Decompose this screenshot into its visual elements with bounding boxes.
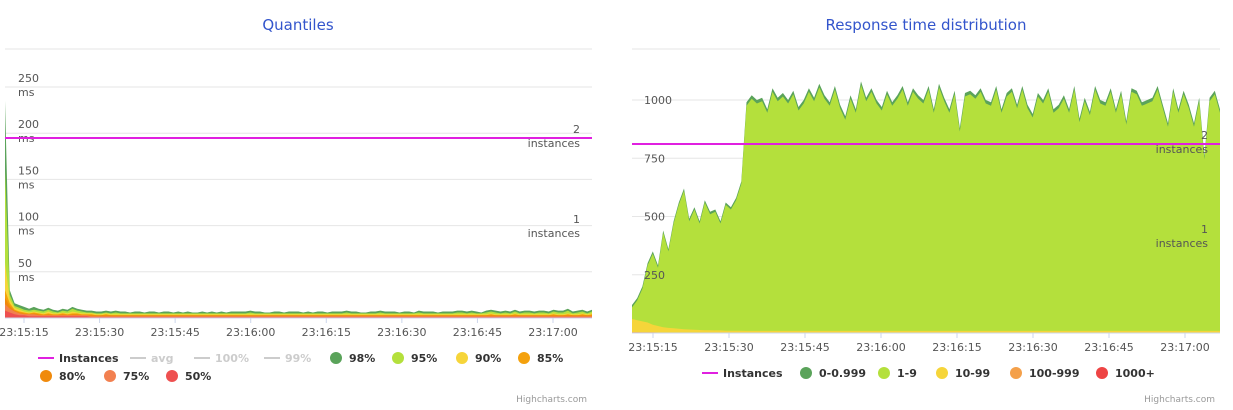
legend-item-q80[interactable]: 80% — [40, 370, 85, 383]
legend-item-instances[interactable]: Instances — [38, 352, 119, 365]
legend-item-q95[interactable]: 95% — [392, 352, 437, 365]
x-tick-label: 23:16:30 — [1008, 341, 1057, 354]
legend-dot-marker — [330, 352, 342, 364]
legend-dot-marker — [878, 367, 890, 379]
x-tick-label: 23:16:00 — [856, 341, 905, 354]
legend-item-avg[interactable]: avg — [130, 352, 173, 365]
legend-item-rt0[interactable]: 0-0.999 — [800, 367, 866, 380]
y-tick-label: 250 — [18, 72, 39, 85]
y-tick-label: 250 — [644, 269, 665, 282]
legend-item-q100[interactable]: 100% — [194, 352, 249, 365]
y-tick-unit: ms — [18, 225, 35, 238]
legend-label: 75% — [123, 370, 149, 383]
legend-dot-marker — [1010, 367, 1022, 379]
y-tick-label: 500 — [644, 211, 665, 224]
x-tick-label: 23:17:00 — [1160, 341, 1209, 354]
legend-dot-marker — [104, 370, 116, 382]
x-tick-label: 23:15:15 — [628, 341, 677, 354]
legend-label: 99% — [285, 352, 311, 365]
legend-dot-marker — [40, 370, 52, 382]
instances-tick-unit: instances — [528, 227, 581, 240]
legend-dot-marker — [1096, 367, 1108, 379]
y-tick-label: 50 — [18, 257, 32, 270]
x-tick-label: 23:16:45 — [453, 326, 502, 339]
legend-label: 1-9 — [897, 367, 917, 380]
instances-tick-unit: instances — [528, 137, 581, 150]
legend-label: 100-999 — [1029, 367, 1080, 380]
legend-label: 10-99 — [955, 367, 990, 380]
instances-tick-unit: instances — [1156, 237, 1209, 250]
x-tick-label: 23:16:30 — [377, 326, 426, 339]
area-q90 — [5, 262, 592, 318]
legend-item-q75[interactable]: 75% — [104, 370, 149, 383]
legend-label: Instances — [59, 352, 119, 365]
y-tick-unit: ms — [18, 271, 35, 284]
y-tick-label: 200 — [18, 118, 39, 131]
legend-label: 80% — [59, 370, 85, 383]
legend-label: 98% — [349, 352, 375, 365]
instances-tick-value: 1 — [1201, 223, 1208, 236]
highcharts-credit: Highcharts.com — [1144, 395, 1215, 405]
legend-item-q85[interactable]: 85% — [518, 352, 563, 365]
instances-tick-unit: instances — [1156, 143, 1209, 156]
x-tick-label: 23:16:15 — [302, 326, 351, 339]
legend-label: 1000+ — [1115, 367, 1155, 380]
legend-item-q98[interactable]: 98% — [330, 352, 375, 365]
area-q95 — [5, 170, 592, 318]
legend-dot-marker — [518, 352, 530, 364]
y-tick-label: 750 — [644, 152, 665, 165]
charts-canvas: Quantiles50ms100ms150ms200ms250ms1instan… — [0, 16, 1220, 405]
legend-item-q99[interactable]: 99% — [264, 352, 311, 365]
legend-label: 0-0.999 — [819, 367, 866, 380]
legend-item-rt100[interactable]: 100-999 — [1010, 367, 1080, 380]
legend-label: 50% — [185, 370, 211, 383]
y-tick-label: 1000 — [644, 94, 672, 107]
instances-tick-value: 2 — [1201, 129, 1208, 142]
x-tick-label: 23:16:00 — [226, 326, 275, 339]
legend-dot-marker — [456, 352, 468, 364]
chart-title: Quantiles — [262, 16, 333, 34]
y-tick-unit: ms — [18, 178, 35, 191]
x-tick-label: 23:17:00 — [528, 326, 577, 339]
area-rt1 — [632, 84, 1220, 334]
instances-tick-value: 2 — [573, 123, 580, 136]
legend-dot-marker — [166, 370, 178, 382]
legend-item-rt1[interactable]: 1-9 — [878, 367, 917, 380]
legend-item-instances[interactable]: Instances — [702, 367, 783, 380]
legend-label: 100% — [215, 352, 249, 365]
instances-tick-value: 1 — [573, 213, 580, 226]
legend-item-q90[interactable]: 90% — [456, 352, 501, 365]
chart-title: Response time distribution — [826, 16, 1027, 34]
legend-label: 85% — [537, 352, 563, 365]
y-tick-unit: ms — [18, 86, 35, 99]
legend-label: Instances — [723, 367, 783, 380]
legend-label: 95% — [411, 352, 437, 365]
legend-dot-marker — [936, 367, 948, 379]
x-tick-label: 23:15:30 — [704, 341, 753, 354]
legend-item-q50[interactable]: 50% — [166, 370, 211, 383]
quantiles-chart: Quantiles50ms100ms150ms200ms250ms1instan… — [0, 16, 592, 405]
x-tick-label: 23:15:45 — [150, 326, 199, 339]
x-tick-label: 23:15:30 — [75, 326, 124, 339]
legend-dot-marker — [800, 367, 812, 379]
legend-item-rt1000[interactable]: 1000+ — [1096, 367, 1155, 380]
y-tick-label: 100 — [18, 211, 39, 224]
x-tick-label: 23:15:45 — [780, 341, 829, 354]
legend-label: avg — [151, 352, 173, 365]
legend-item-rt10[interactable]: 10-99 — [936, 367, 990, 380]
highcharts-credit: Highcharts.com — [516, 395, 587, 405]
legend-label: 90% — [475, 352, 501, 365]
y-tick-label: 150 — [18, 164, 39, 177]
x-tick-label: 23:15:15 — [0, 326, 49, 339]
legend-dot-marker — [392, 352, 404, 364]
x-tick-label: 23:16:15 — [932, 341, 981, 354]
x-tick-label: 23:16:45 — [1084, 341, 1133, 354]
response-time-chart: Response time distribution 250 500 750 1000 1… — [628, 16, 1220, 405]
